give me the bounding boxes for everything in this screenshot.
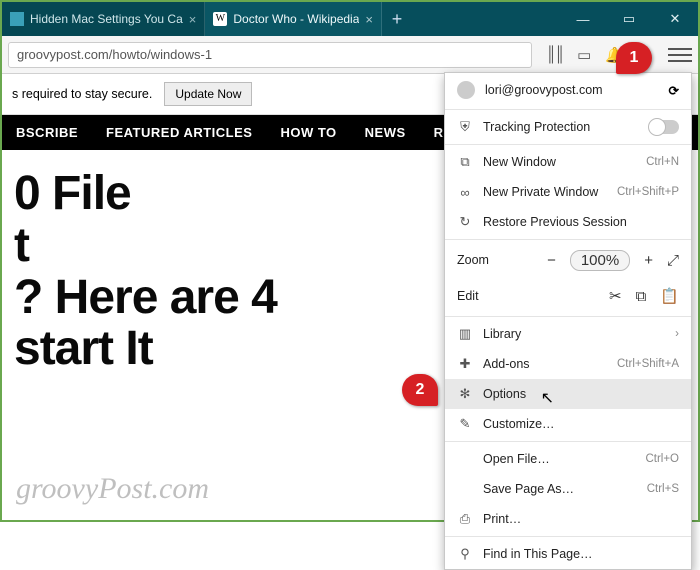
- menu-library[interactable]: ▥ Library ›: [445, 319, 691, 349]
- watermark: groovyPost.com: [16, 472, 209, 506]
- tab-0[interactable]: Hidden Mac Settings You Ca ×: [2, 2, 205, 36]
- gear-icon: ✻: [457, 386, 473, 402]
- menu-addons[interactable]: ✚ Add-ons Ctrl+Shift+A: [445, 349, 691, 379]
- menu-customize[interactable]: ✎ Customize…: [445, 409, 691, 439]
- zoom-label: Zoom: [457, 253, 511, 267]
- brush-icon: ✎: [457, 416, 473, 432]
- menu-edit: Edit ✂ ⧉ 📋: [445, 278, 691, 314]
- url-toolbar: groovypost.com/howto/windows-1 ║║ ▭ 🔔 N.: [2, 36, 698, 74]
- menu-label: Options: [483, 387, 679, 401]
- new-tab-button[interactable]: +: [382, 2, 412, 36]
- nav-item[interactable]: HOW TO: [280, 125, 336, 140]
- copy-icon[interactable]: ⧉: [636, 288, 647, 305]
- nav-item[interactable]: BSCRIBE: [16, 125, 78, 140]
- puzzle-icon: ✚: [457, 356, 473, 372]
- menu-label: Add-ons: [483, 357, 607, 371]
- menu-new-window[interactable]: ⧉ New Window Ctrl+N: [445, 147, 691, 177]
- tab-1[interactable]: W Doctor Who - Wikipedia ×: [205, 2, 382, 36]
- menu-print[interactable]: ⎙ Print…: [445, 504, 691, 534]
- menu-zoom: Zoom − 100% + ⤢: [445, 242, 691, 278]
- paste-icon[interactable]: 📋: [660, 287, 679, 305]
- restore-icon: ↻: [457, 214, 473, 230]
- shortcut: Ctrl+Shift+P: [617, 186, 679, 198]
- titlebar: Hidden Mac Settings You Ca × W Doctor Wh…: [2, 2, 698, 36]
- cursor-icon: ↖: [541, 388, 554, 408]
- url-text: groovypost.com/howto/windows-1: [17, 47, 212, 62]
- menu-account[interactable]: lori@groovypost.com ⟳: [445, 73, 691, 107]
- shortcut: Ctrl+Shift+A: [617, 358, 679, 370]
- menu-label: New Private Window: [483, 185, 607, 199]
- edit-label: Edit: [457, 289, 511, 303]
- tracking-toggle[interactable]: [649, 120, 679, 134]
- library-icon[interactable]: ║║: [546, 46, 563, 63]
- shield-icon: ⛨: [457, 119, 473, 135]
- notice-text: s required to stay secure.: [12, 87, 152, 101]
- fullscreen-icon[interactable]: ⤢: [667, 252, 679, 269]
- menu-label: Tracking Protection: [483, 120, 639, 134]
- zoom-out-button[interactable]: −: [547, 252, 556, 269]
- zoom-value: 100%: [570, 250, 630, 271]
- app-menu: lori@groovypost.com ⟳ ⛨ Tracking Protect…: [444, 72, 692, 570]
- mask-icon: ∞: [457, 185, 473, 200]
- zoom-in-button[interactable]: +: [644, 252, 653, 269]
- menu-label: Customize…: [483, 417, 679, 431]
- cut-icon[interactable]: ✂: [609, 287, 622, 305]
- menu-label: Restore Previous Session: [483, 215, 679, 229]
- menu-private-window[interactable]: ∞ New Private Window Ctrl+Shift+P: [445, 177, 691, 207]
- sync-icon[interactable]: ⟳: [669, 83, 679, 98]
- nav-item[interactable]: NEWS: [365, 125, 406, 140]
- menu-find[interactable]: ⚲ Find in This Page…: [445, 539, 691, 569]
- favicon: W: [213, 12, 227, 26]
- menu-label: Print…: [483, 512, 679, 526]
- minimize-button[interactable]: —: [560, 2, 606, 36]
- shortcut: Ctrl+S: [647, 483, 679, 495]
- window-controls: — ▭ ✕: [560, 2, 698, 36]
- print-icon: ⎙: [457, 511, 473, 527]
- library-icon: ▥: [457, 326, 473, 342]
- menu-label: Save Page As…: [483, 482, 637, 496]
- url-input[interactable]: groovypost.com/howto/windows-1: [8, 42, 532, 68]
- tab-label: Hidden Mac Settings You Ca: [30, 12, 183, 26]
- menu-open-file[interactable]: Open File… Ctrl+O: [445, 444, 691, 474]
- maximize-button[interactable]: ▭: [606, 2, 652, 36]
- chevron-right-icon: ›: [675, 328, 679, 340]
- avatar-icon: [457, 81, 475, 99]
- menu-save-page[interactable]: Save Page As… Ctrl+S: [445, 474, 691, 504]
- window-icon: ⧉: [457, 154, 473, 170]
- favicon: [10, 12, 24, 26]
- menu-options[interactable]: ✻ Options: [445, 379, 691, 409]
- nav-item[interactable]: FEATURED ARTICLES: [106, 125, 252, 140]
- reader-icon[interactable]: ▭: [577, 46, 591, 64]
- menu-restore-session[interactable]: ↻ Restore Previous Session: [445, 207, 691, 237]
- account-email: lori@groovypost.com: [485, 83, 659, 97]
- close-tab-icon[interactable]: ×: [365, 12, 373, 27]
- menu-label: Open File…: [483, 452, 635, 466]
- search-icon: ⚲: [457, 546, 473, 562]
- callout-2: 2: [402, 374, 438, 406]
- update-now-button[interactable]: Update Now: [164, 82, 252, 106]
- tab-label: Doctor Who - Wikipedia: [233, 12, 359, 26]
- close-tab-icon[interactable]: ×: [189, 12, 197, 27]
- menu-label: Find in This Page…: [483, 547, 679, 561]
- menu-label: New Window: [483, 155, 636, 169]
- shortcut: Ctrl+N: [646, 156, 679, 168]
- callout-1: 1: [616, 42, 652, 74]
- menu-label: Library: [483, 327, 665, 341]
- close-window-button[interactable]: ✕: [652, 2, 698, 36]
- menu-tracking[interactable]: ⛨ Tracking Protection: [445, 112, 691, 142]
- app-menu-button[interactable]: [668, 44, 692, 66]
- shortcut: Ctrl+O: [645, 453, 679, 465]
